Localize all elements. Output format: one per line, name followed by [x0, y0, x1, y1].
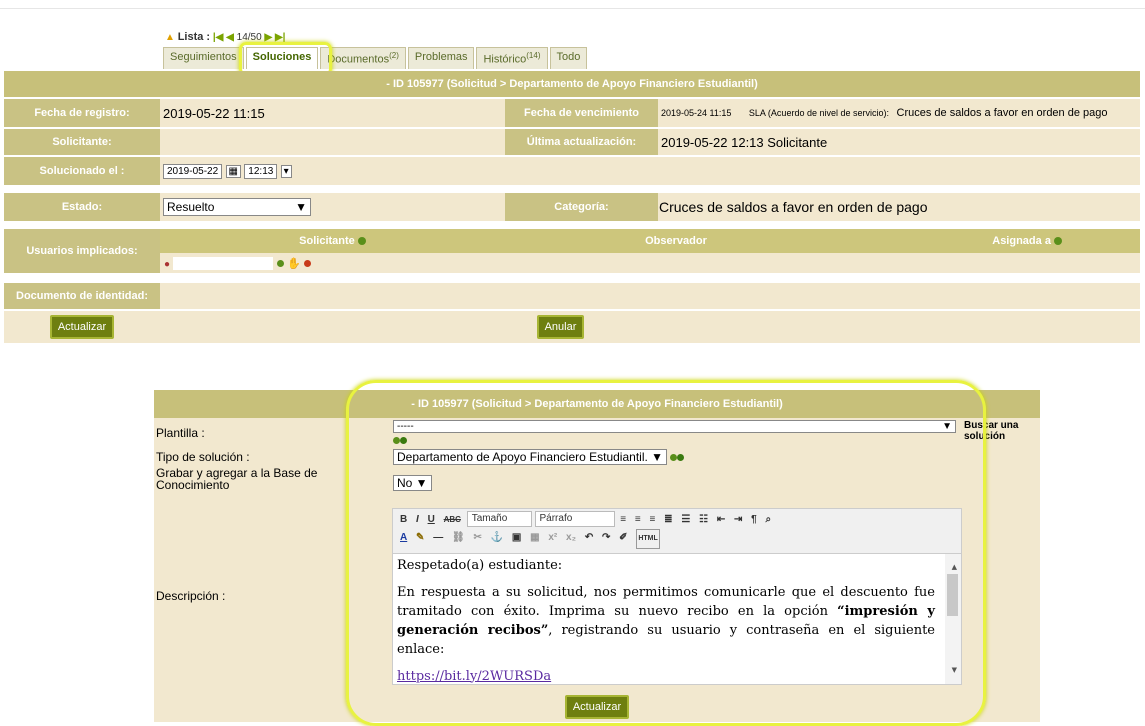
- solucionado-cell: 2019-05-22 ▦ 12:13 ▾: [160, 157, 505, 185]
- usuarios-label: Usuarios implicados:: [4, 229, 160, 273]
- calendar-icon[interactable]: ▦: [225, 164, 241, 178]
- dropdown-arrow-icon: ▼: [295, 200, 307, 214]
- fecha-registro-label: Fecha de registro:: [4, 99, 160, 127]
- estado-select[interactable]: Resuelto ▼: [163, 198, 311, 216]
- solicitante-label: Solicitante:: [4, 129, 160, 155]
- fecha-registro-value: 2019-05-22 11:15: [160, 99, 505, 127]
- tab-bar: Seguimientos Soluciones Documentos(2) Pr…: [163, 47, 588, 69]
- tab-label: Seguimientos: [170, 51, 237, 63]
- col-observador: Observador: [505, 229, 847, 253]
- tab-documentos[interactable]: Documentos(2): [320, 47, 406, 69]
- first-icon[interactable]: |◀: [213, 32, 224, 43]
- hand-icon[interactable]: ✋: [287, 258, 301, 270]
- fecha-vencimiento-label: Fecha de vencimiento: [505, 99, 658, 127]
- user-icon: ●: [164, 258, 171, 270]
- tab-problemas[interactable]: Problemas: [407, 47, 475, 69]
- chevron-down-icon[interactable]: ▾: [280, 164, 292, 178]
- col-label: Solicitante: [299, 235, 355, 247]
- tab-count: (14): [526, 51, 541, 60]
- categoria-label: Categoría:: [505, 193, 658, 221]
- solucionado-date-input[interactable]: 2019-05-22: [163, 163, 223, 179]
- solicitante-value: [160, 129, 505, 155]
- notify-icon[interactable]: [276, 260, 284, 268]
- estado-cell: Resuelto ▼: [160, 193, 505, 221]
- documento-label: Documento de identidad:: [4, 283, 160, 309]
- tab-label: Problemas: [414, 51, 468, 63]
- tab-label: Documentos: [327, 53, 390, 66]
- top-divider: [0, 8, 1145, 9]
- ticket-title: - ID 105977 (Solicitud > Departamento de…: [4, 71, 1140, 97]
- delete-icon[interactable]: [304, 260, 312, 268]
- add-icon[interactable]: [1054, 237, 1062, 246]
- ticket-table: - ID 105977 (Solicitud > Departamento de…: [4, 71, 1140, 343]
- observador-cell: [505, 253, 847, 273]
- sla-value: Cruces de saldos a favor en orden de pag…: [896, 107, 1108, 119]
- up-arrow-icon[interactable]: ▲: [165, 32, 175, 43]
- add-icon[interactable]: [357, 237, 366, 246]
- tab-count: (2): [389, 51, 399, 60]
- solicitante-user-cell: ● ✋: [160, 253, 505, 273]
- documento-value: [160, 283, 1140, 309]
- solucionado-label: Solucionado el :: [4, 157, 160, 185]
- ultima-actualizacion-value: 2019-05-22 12:13 Solicitante: [658, 129, 1140, 155]
- col-solicitante: Solicitante: [160, 229, 505, 253]
- anular-cell: Anular: [160, 311, 1140, 343]
- sla-label: SLA (Acuerdo de nivel de servicio):: [748, 108, 889, 118]
- actualizar-button[interactable]: Actualizar: [49, 315, 115, 339]
- categoria-value: Cruces de saldos a favor en orden de pag…: [658, 193, 1140, 221]
- tab-historico[interactable]: Histórico(14): [476, 47, 548, 69]
- fecha-vencimiento-cell: 2019-05-24 11:15 SLA (Acuerdo de nivel d…: [658, 99, 1140, 127]
- anular-button[interactable]: Anular: [536, 315, 585, 339]
- tab-label: Todo: [556, 51, 581, 63]
- actualizar-cell: Actualizar: [4, 311, 160, 343]
- asignada-cell: [847, 253, 1140, 273]
- fecha-vencimiento-value: 2019-05-24 11:15: [661, 108, 732, 118]
- tab-seguimientos[interactable]: Seguimientos: [163, 47, 244, 69]
- redacted-name: [173, 257, 274, 271]
- estado-value: Resuelto: [167, 200, 215, 214]
- tab-label: Histórico: [483, 53, 527, 66]
- lista-label: Lista :: [177, 31, 211, 43]
- solucionado-time-select[interactable]: 12:13: [244, 163, 278, 179]
- col-asignada: Asignada a: [847, 229, 1140, 253]
- col-label: Asignada a: [992, 235, 1051, 247]
- time-value: 12:13: [248, 165, 274, 177]
- estado-label: Estado:: [4, 193, 160, 221]
- empty-cell: [505, 157, 1140, 185]
- ultima-actualizacion-label: Última actualización:: [505, 129, 658, 155]
- highlight-solution-form: [346, 380, 986, 726]
- previous-icon[interactable]: ◀: [226, 32, 234, 43]
- tab-todo[interactable]: Todo: [549, 47, 588, 69]
